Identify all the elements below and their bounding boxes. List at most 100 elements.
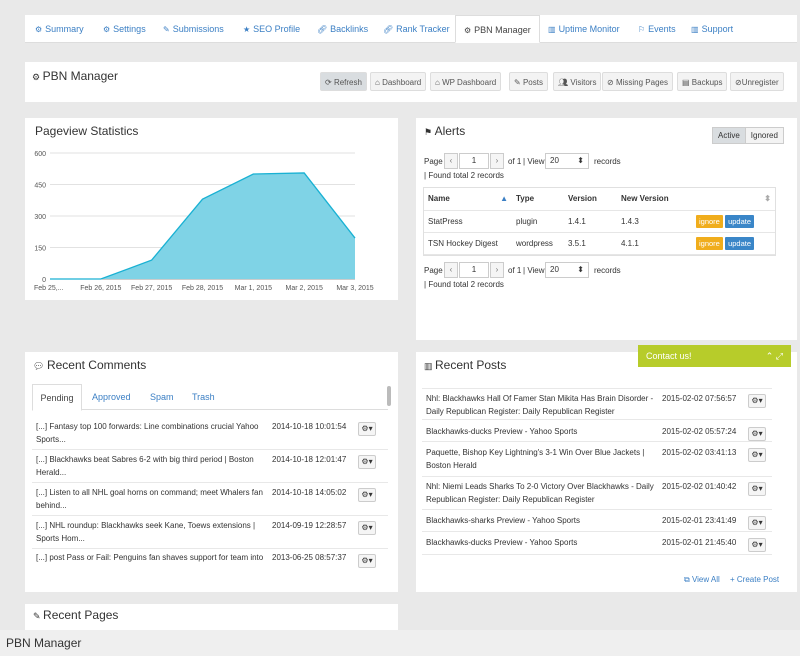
- view-select[interactable]: 20 ⬍: [545, 262, 589, 278]
- next-page-button[interactable]: ›: [490, 153, 504, 169]
- list-item: [...] Fantasy top 100 forwards: Line com…: [36, 422, 259, 444]
- tab-backlinks[interactable]: 🔗︎ Backlinks: [317, 15, 368, 43]
- unregister-button[interactable]: ⊘Unregister: [730, 72, 784, 91]
- update-button[interactable]: update: [725, 214, 755, 228]
- divider: [32, 515, 388, 516]
- row-new-version: 4.1.1: [617, 232, 692, 255]
- page-input[interactable]: 1: [459, 262, 489, 278]
- gears-icon: ⚙: [103, 25, 111, 34]
- tab-seo-profile[interactable]: ★ SEO Profile: [243, 15, 300, 43]
- of-pages-text: of 1: [508, 266, 522, 275]
- expand-icon[interactable]: ⌃ ⤢: [766, 350, 783, 363]
- prev-page-button[interactable]: ‹: [444, 153, 458, 169]
- update-button[interactable]: update: [725, 236, 755, 250]
- tab-settings[interactable]: ⚙ Settings: [103, 15, 146, 43]
- column-header-type[interactable]: Type: [512, 188, 564, 211]
- comments-list: [...] Fantasy top 100 forwards: Line com…: [32, 416, 388, 576]
- next-page-button[interactable]: ›: [490, 262, 504, 278]
- gear-menu-button[interactable]: ⚙▾: [358, 554, 376, 568]
- contact-bar[interactable]: Contact us! ⌃ ⤢: [638, 345, 791, 367]
- missing-pages-button[interactable]: ⊘ Missing Pages: [602, 72, 673, 91]
- users-icon: 👥︎: [558, 78, 569, 87]
- tab-support[interactable]: ▥ Support: [691, 15, 733, 43]
- backups-button[interactable]: ▤ Backups: [677, 72, 728, 91]
- tab-events[interactable]: ⚐ Events: [638, 15, 676, 43]
- ignore-button[interactable]: ignore: [696, 236, 723, 250]
- column-header-actions[interactable]: ⬍: [692, 188, 775, 211]
- table-row: StatPress plugin 1.4.1 1.4.3 ignore upda…: [424, 210, 775, 233]
- view-select[interactable]: 20 ⬍: [545, 153, 589, 169]
- create-post-link[interactable]: + Create Post: [730, 573, 779, 586]
- divider: [422, 531, 772, 532]
- prev-page-button[interactable]: ‹: [444, 262, 458, 278]
- list-item: Paquette, Bishop Key Lightning's 3-1 Win…: [426, 448, 645, 470]
- row-version: 1.4.1: [564, 210, 617, 233]
- y-tick-label: 300: [34, 214, 46, 221]
- gear-menu-button[interactable]: ⚙▾: [748, 427, 766, 441]
- tab-pending[interactable]: Pending: [32, 384, 82, 411]
- tab-summary[interactable]: ⚙ Summary: [35, 15, 84, 43]
- visitors-button[interactable]: 👥︎ Visitors: [553, 72, 602, 91]
- alerts-table: Name ▲ Type Version New Version ⬍ StatPre…: [424, 188, 775, 255]
- page-label: Page: [424, 157, 443, 166]
- gear-menu-button[interactable]: ⚙▾: [748, 448, 766, 462]
- wp-dashboard-button[interactable]: ⌂ WP Dashboard: [430, 72, 502, 91]
- row-type: wordpress: [512, 232, 564, 255]
- records-label: records: [594, 266, 621, 275]
- comments-scrollbar[interactable]: [387, 386, 391, 406]
- comment-date: 2014-10-18 12:01:47: [272, 455, 347, 464]
- column-header-name[interactable]: Name ▲: [424, 188, 512, 211]
- view-label: | View: [523, 157, 545, 166]
- tab-rank-tracker[interactable]: 🔗︎ Rank Tracker: [383, 15, 450, 43]
- gear-menu-button[interactable]: ⚙▾: [358, 422, 376, 436]
- row-version: 3.5.1: [564, 232, 617, 255]
- tab-spam[interactable]: Spam: [150, 384, 174, 410]
- y-tick-label: 0: [42, 277, 46, 284]
- pin-icon: ⚐: [638, 25, 646, 34]
- x-tick-label: Mar 3, 2015: [336, 285, 373, 292]
- dashboard-button[interactable]: ⌂ Dashboard: [370, 72, 427, 91]
- archive-icon: ▤: [682, 78, 690, 87]
- page-label: Page: [424, 266, 443, 275]
- column-header-new-version[interactable]: New Version: [617, 188, 692, 211]
- x-tick-label: Feb 26, 2015: [80, 285, 121, 292]
- ban-icon: ⊘: [735, 78, 742, 87]
- posts-button[interactable]: ✎ Posts: [509, 72, 548, 91]
- tab-submissions[interactable]: ✎ Submissions: [163, 15, 224, 43]
- row-actions: ignore update: [692, 232, 775, 255]
- post-date: 2015-02-02 01:40:42: [662, 482, 737, 491]
- gear-menu-button[interactable]: ⚙▾: [748, 394, 766, 408]
- gear-menu-button[interactable]: ⚙▾: [748, 538, 766, 552]
- tab-uptime-monitor[interactable]: ▥ Uptime Monitor: [548, 15, 620, 43]
- active-toggle[interactable]: Active: [712, 127, 746, 144]
- row-new-version: 1.4.3: [617, 210, 692, 233]
- tab-trash[interactable]: Trash: [192, 384, 215, 410]
- page-input[interactable]: 1: [459, 153, 489, 169]
- chevron-down-icon: ⬍: [577, 265, 584, 274]
- gear-menu-button[interactable]: ⚙▾: [748, 516, 766, 530]
- comment-date: 2013-06-25 08:57:37: [272, 553, 347, 562]
- gear-menu-button[interactable]: ⚙▾: [358, 521, 376, 535]
- x-tick-label: Feb 28, 2015: [182, 285, 223, 292]
- x-tick-label: Mar 1, 2015: [235, 285, 272, 292]
- tab-pbn-manager[interactable]: ⚙ PBN Manager: [455, 15, 540, 43]
- home-icon: ⌂: [375, 78, 380, 87]
- column-header-version[interactable]: Version: [564, 188, 617, 211]
- refresh-button[interactable]: ⟳ Refresh: [320, 72, 367, 91]
- unlink-icon: ⊘: [607, 78, 614, 87]
- divider: [422, 554, 772, 555]
- post-date: 2015-02-01 23:41:49: [662, 516, 737, 525]
- gear-menu-button[interactable]: ⚙▾: [748, 482, 766, 496]
- gear-menu-button[interactable]: ⚙▾: [358, 455, 376, 469]
- ignore-button[interactable]: ignore: [696, 214, 723, 228]
- ignored-toggle[interactable]: Ignored: [745, 127, 784, 144]
- comment-date: 2014-10-18 14:05:02: [272, 488, 347, 497]
- tab-approved[interactable]: Approved: [92, 384, 131, 410]
- comments-tabs: Pending Approved Spam Trash: [32, 384, 388, 411]
- x-tick-label: Mar 2, 2015: [285, 285, 322, 292]
- x-tick-label: Feb 27, 2015: [131, 285, 172, 292]
- gear-menu-button[interactable]: ⚙▾: [358, 488, 376, 502]
- caption-text: PBN Manager: [6, 636, 82, 650]
- list-item: [...] Listen to all NHL goal horns on co…: [36, 488, 263, 510]
- view-all-link[interactable]: ⧉ View All: [684, 573, 720, 586]
